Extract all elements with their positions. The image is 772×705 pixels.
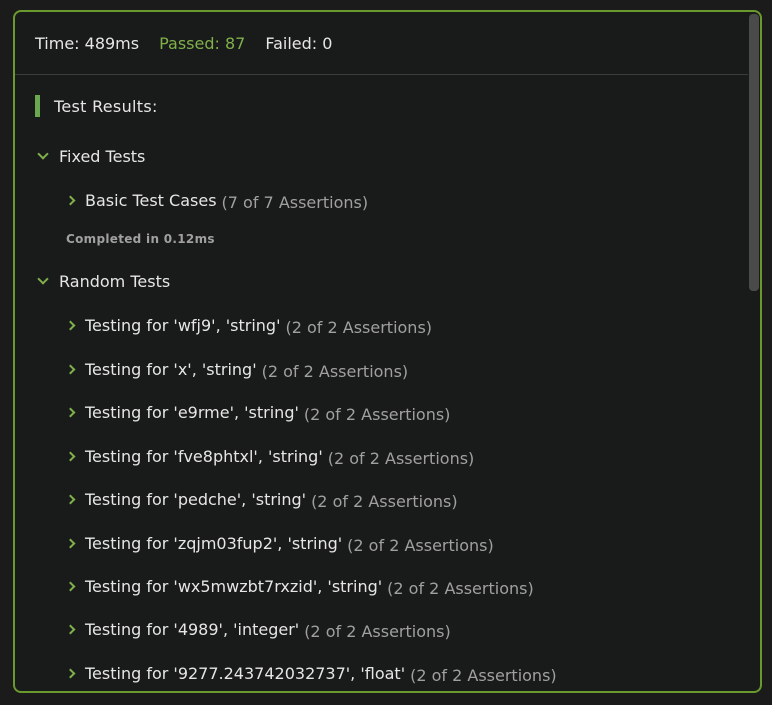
chevron-down-icon [37,148,49,160]
assertion-count: (2 of 2 Assertions) [410,665,557,685]
test-label: Testing for 'zqjm03fup2', 'string' [85,533,343,553]
group-random-tests[interactable]: Random Tests [37,270,171,292]
passed-stat: Passed: 87 [159,33,246,53]
test-label: Testing for '9277.243742032737', 'float' [85,663,406,683]
chevron-right-icon [65,581,76,591]
assertion-count: (2 of 2 Assertions) [285,317,433,337]
results-heading: Test Results: [35,94,158,118]
chevron-down-icon [37,273,49,285]
assertion-count: (2 of 2 Assertions) [347,535,494,555]
chevron-right-icon [65,195,76,205]
test-label: Basic Test Cases [85,190,217,210]
test-label: Testing for 'fve8phtxl', 'string' [85,446,323,466]
heading-accent-bar [35,95,40,117]
assertion-count: (2 of 2 Assertions) [387,578,534,598]
failed-stat: Failed: 0 [265,33,333,53]
group-label: Fixed Tests [59,146,146,166]
test-label: Testing for 'wx5mwzbt7rxzid', 'string' [85,576,383,596]
test-item-basic[interactable]: Basic Test Cases (7 of 7 Assertions) [65,188,369,212]
assertion-count: (2 of 2 Assertions) [327,448,475,468]
group-label: Random Tests [59,271,171,291]
test-item[interactable]: Testing for 'x', 'string' (2 of 2 Assert… [65,357,409,381]
completed-time: Completed in 0.12ms [66,232,215,246]
assertion-count: (2 of 2 Assertions) [261,361,409,381]
test-label: Testing for '4989', 'integer' [85,619,300,639]
results-title: Test Results: [54,96,158,116]
test-item[interactable]: Testing for 'wfj9', 'string' (2 of 2 Ass… [65,313,433,337]
test-item[interactable]: Testing for 'wx5mwzbt7rxzid', 'string' (… [65,574,534,598]
test-label: Testing for 'x', 'string' [85,359,257,379]
scrollbar-thumb[interactable] [749,14,759,291]
test-item[interactable]: Testing for 'zqjm03fup2', 'string' (2 of… [65,531,494,555]
chevron-right-icon [65,538,76,548]
chevron-right-icon [65,494,76,504]
chevron-right-icon [65,364,76,374]
assertion-count: (2 of 2 Assertions) [304,621,451,641]
test-label: Testing for 'pedche', 'string' [85,489,307,509]
test-item[interactable]: Testing for '4989', 'integer' (2 of 2 As… [65,617,451,641]
assertion-count: (2 of 2 Assertions) [311,491,458,511]
chevron-right-icon [65,624,76,634]
test-item[interactable]: Testing for 'fve8phtxl', 'string' (2 of … [65,444,475,468]
test-label: Testing for 'wfj9', 'string' [85,315,281,335]
assertion-count: (2 of 2 Assertions) [303,404,451,424]
summary-bar: Time: 489ms Passed: 87 Failed: 0 [15,12,748,75]
test-item[interactable]: Testing for 'e9rme', 'string' (2 of 2 As… [65,400,451,424]
chevron-right-icon [65,668,76,678]
chevron-right-icon [65,407,76,417]
group-fixed-tests[interactable]: Fixed Tests [37,145,146,167]
time-stat: Time: 489ms [35,33,140,53]
test-label: Testing for 'e9rme', 'string' [85,402,299,422]
test-output-panel: Time: 489ms Passed: 87 Failed: 0 Test Re… [13,10,762,693]
test-item[interactable]: Testing for '9277.243742032737', 'float'… [65,661,557,685]
chevron-right-icon [65,451,76,461]
chevron-right-icon [65,320,76,330]
test-item[interactable]: Testing for 'pedche', 'string' (2 of 2 A… [65,487,458,511]
assertion-count: (7 of 7 Assertions) [221,192,369,212]
